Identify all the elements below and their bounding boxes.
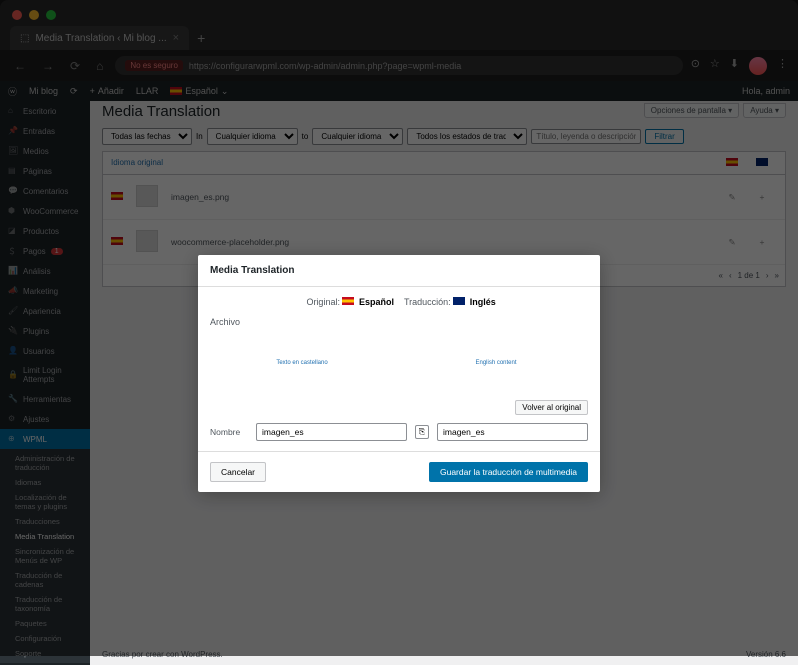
save-button[interactable]: Guardar la traducción de multimedia — [429, 462, 588, 482]
copy-icon[interactable]: ⎘ — [415, 425, 429, 439]
modal-overlay[interactable]: Media Translation Original: Español Trad… — [0, 0, 798, 656]
translation-lang: Inglés — [470, 297, 496, 307]
name-label: Nombre — [210, 427, 248, 437]
revert-button[interactable]: Volver al original — [515, 400, 588, 415]
flag-es-icon — [342, 297, 354, 305]
name-original-input — [256, 423, 407, 441]
original-lang: Español — [359, 297, 394, 307]
flag-en-icon — [453, 297, 465, 305]
preview-translation[interactable]: English content — [404, 335, 588, 390]
original-label: Original: — [306, 297, 340, 307]
modal-title: Media Translation — [198, 255, 600, 287]
name-translation-input[interactable] — [437, 423, 588, 441]
preview-original: Texto en castellano — [210, 335, 394, 390]
media-translation-modal: Media Translation Original: Español Trad… — [198, 255, 600, 492]
cancel-button[interactable]: Cancelar — [210, 462, 266, 482]
translation-label: Traducción: — [404, 297, 451, 307]
file-label: Archivo — [210, 317, 588, 327]
